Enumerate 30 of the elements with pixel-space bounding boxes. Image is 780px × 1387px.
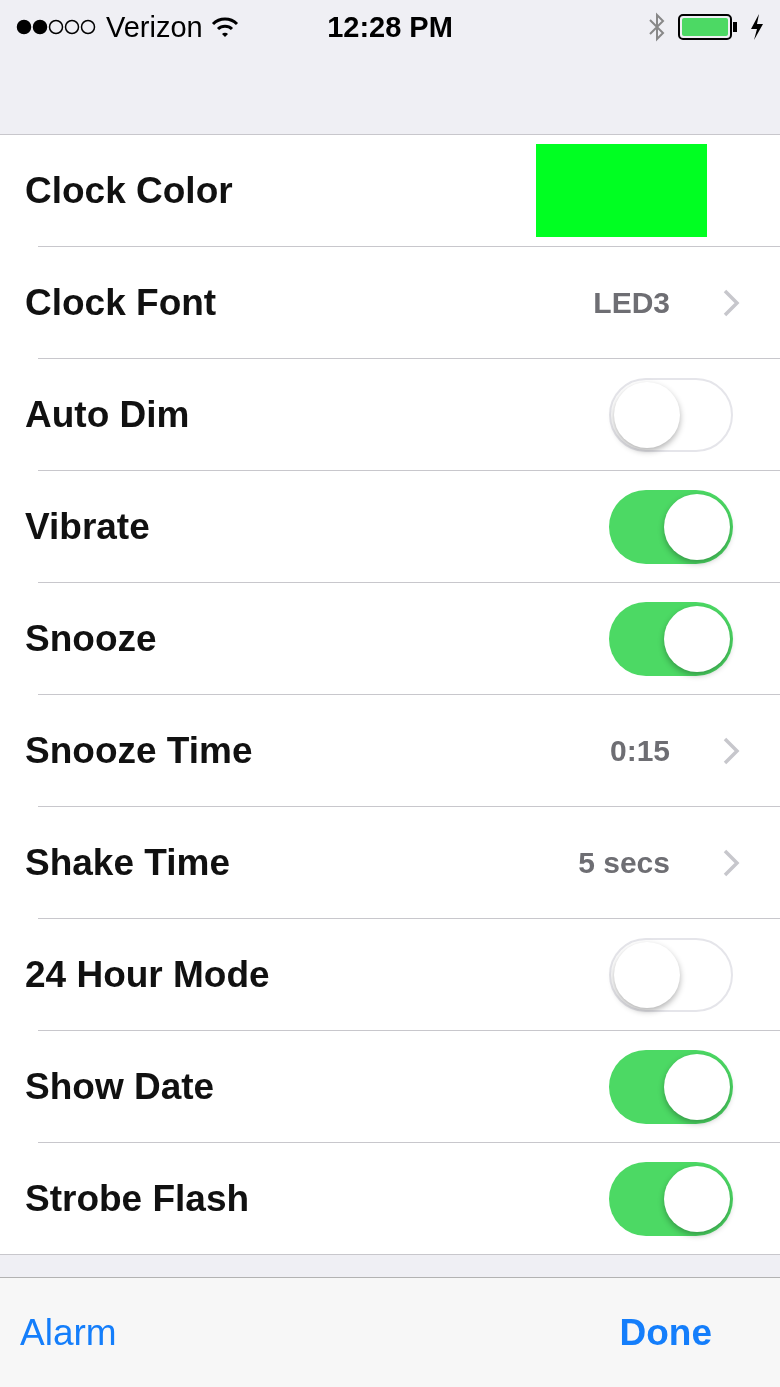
- toggle-switch[interactable]: [609, 489, 733, 564]
- setting-label: Clock Font: [25, 281, 218, 324]
- setting-label: Strobe Flash: [25, 1177, 251, 1220]
- color-swatch[interactable]: [536, 144, 707, 237]
- setting-label: Snooze: [25, 617, 158, 660]
- setting-label: Vibrate: [25, 505, 151, 548]
- signal-icon: [16, 19, 98, 35]
- done-button[interactable]: Done: [619, 1311, 712, 1354]
- setting-value: 0:15: [609, 733, 670, 768]
- charging-icon: [750, 14, 764, 40]
- setting-label: Show Date: [25, 1065, 216, 1108]
- bluetooth-icon: [648, 12, 666, 42]
- setting-value: 5 secs: [578, 845, 670, 880]
- toggle-switch[interactable]: [609, 1049, 733, 1124]
- setting-label: Shake Time: [25, 841, 231, 884]
- chevron-icon: [722, 847, 740, 878]
- wifi-icon: [210, 16, 239, 38]
- chevron-icon: [722, 735, 740, 766]
- setting-label: Clock Color: [25, 169, 234, 212]
- toggle-switch[interactable]: [609, 1161, 733, 1236]
- setting-value: LED3: [593, 285, 670, 320]
- alarm-button[interactable]: Alarm: [20, 1311, 117, 1354]
- toggle-switch[interactable]: [609, 601, 733, 676]
- battery-icon: [678, 14, 738, 40]
- chevron-icon: [722, 287, 740, 318]
- setting-label: Snooze Time: [25, 729, 254, 772]
- setting-label: 24 Hour Mode: [25, 953, 271, 996]
- carrier-name: Verizon: [106, 10, 203, 44]
- status-time: 12:28 PM: [327, 10, 453, 44]
- setting-label: Auto Dim: [25, 393, 191, 436]
